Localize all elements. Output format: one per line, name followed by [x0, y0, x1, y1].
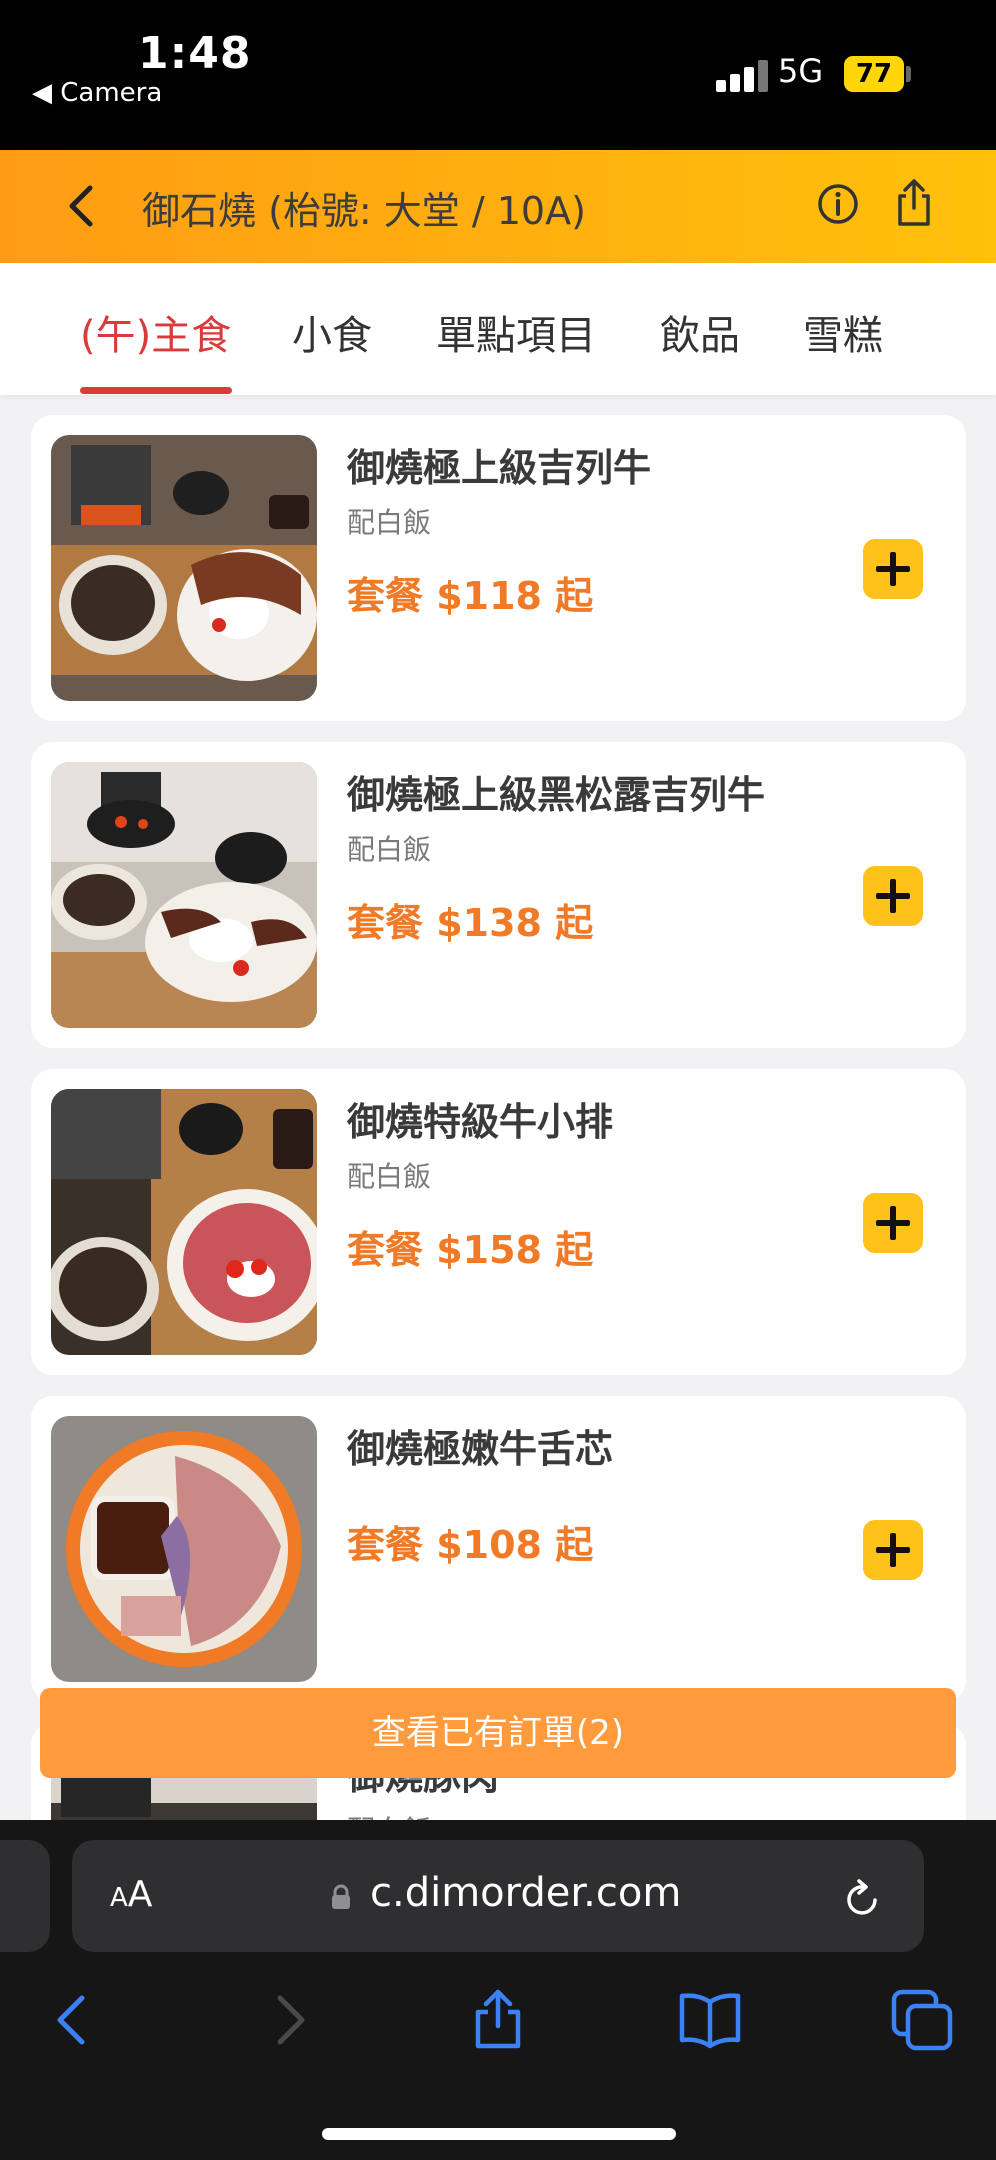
- status-time: 1:48: [138, 28, 252, 79]
- dish-name: 御燒特級牛小排: [347, 1100, 614, 1144]
- dish-price: 套餐 $108 起: [347, 1523, 594, 1567]
- add-icon[interactable]: [863, 866, 923, 926]
- tabs-icon[interactable]: [890, 1988, 954, 2052]
- dish-subtitle: 配白飯: [347, 1809, 431, 1820]
- dish-name: 御燒極嫩牛舌芯: [347, 1427, 614, 1471]
- dish-price: 套餐 $138 起: [347, 901, 594, 945]
- dish-photo: [51, 762, 317, 1028]
- status-bar: 1:48 ◀ Camera 5G 77: [0, 0, 996, 150]
- tab-lunch-main[interactable]: (午)主食: [80, 303, 231, 361]
- dish-subtitle: 配白飯: [347, 833, 432, 866]
- menu-list: 御燒極上級吉列牛 配白飯 套餐 $118 起 御燒極上級黑松露吉列牛 配白飯 套…: [0, 395, 996, 1820]
- battery-icon: 77: [844, 56, 904, 92]
- back-arrow-icon[interactable]: [42, 1988, 106, 2052]
- add-icon[interactable]: [863, 1193, 923, 1253]
- category-tabs: (午)主食 小食 單點項目 飲品 雪糕: [0, 263, 996, 395]
- home-indicator[interactable]: [322, 2128, 676, 2140]
- signal-icon: [716, 58, 770, 92]
- menu-item-card[interactable]: 御燒極嫩牛舌芯 套餐 $108 起: [31, 1396, 966, 1702]
- network-type: 5G: [778, 52, 824, 90]
- info-circle-icon[interactable]: [816, 182, 860, 226]
- menu-item-card[interactable]: 御燒特級牛小排 配白飯 套餐 $158 起: [31, 1069, 966, 1375]
- dish-photo: [51, 1089, 317, 1355]
- tab-drinks[interactable]: 飲品: [660, 303, 740, 361]
- back-to-app-link[interactable]: ◀ Camera: [32, 78, 162, 108]
- bookmarks-icon[interactable]: [678, 1988, 742, 2052]
- page-title: 御石燒 (枱號: 大堂 / 10A): [142, 189, 586, 233]
- dish-photo: [51, 435, 317, 701]
- tab-ice-cream[interactable]: 雪糕: [803, 303, 883, 361]
- reader-settings-button[interactable]: AA: [110, 1874, 152, 1915]
- dish-photo: [51, 1416, 317, 1682]
- chevron-left-icon[interactable]: [62, 180, 102, 232]
- tab-snacks[interactable]: 小食: [292, 303, 372, 361]
- active-tab-indicator: [80, 387, 232, 394]
- browser-toolbar: AA c.dimorder.com: [0, 1820, 996, 2160]
- view-orders-button[interactable]: 查看已有訂單(2): [40, 1688, 956, 1778]
- lock-icon: [332, 1884, 350, 1909]
- share-icon[interactable]: [892, 178, 936, 228]
- dish-name: 御燒極上級吉列牛: [347, 446, 652, 490]
- app-header: 御石燒 (枱號: 大堂 / 10A): [0, 150, 996, 263]
- forward-arrow-icon[interactable]: [256, 1988, 320, 2052]
- add-icon[interactable]: [863, 539, 923, 599]
- url-text[interactable]: c.dimorder.com: [370, 1870, 681, 1916]
- dish-subtitle: 配白飯: [347, 506, 432, 539]
- reload-icon[interactable]: [842, 1876, 884, 1920]
- dish-price: 套餐 $118 起: [347, 574, 594, 618]
- previous-tab-preview[interactable]: [0, 1840, 50, 1952]
- battery-tip: [906, 66, 911, 82]
- dish-price: 套餐 $158 起: [347, 1228, 594, 1272]
- dish-subtitle: 配白飯: [347, 1160, 432, 1193]
- share-icon[interactable]: [466, 1988, 530, 2052]
- tab-a-la-carte[interactable]: 單點項目: [436, 303, 596, 361]
- menu-item-card[interactable]: 御燒極上級黑松露吉列牛 配白飯 套餐 $138 起: [31, 742, 966, 1048]
- address-bar[interactable]: AA c.dimorder.com: [72, 1840, 924, 1952]
- dish-name: 御燒極上級黑松露吉列牛: [347, 773, 766, 817]
- menu-item-card[interactable]: 御燒極上級吉列牛 配白飯 套餐 $118 起: [31, 415, 966, 721]
- add-icon[interactable]: [863, 1520, 923, 1580]
